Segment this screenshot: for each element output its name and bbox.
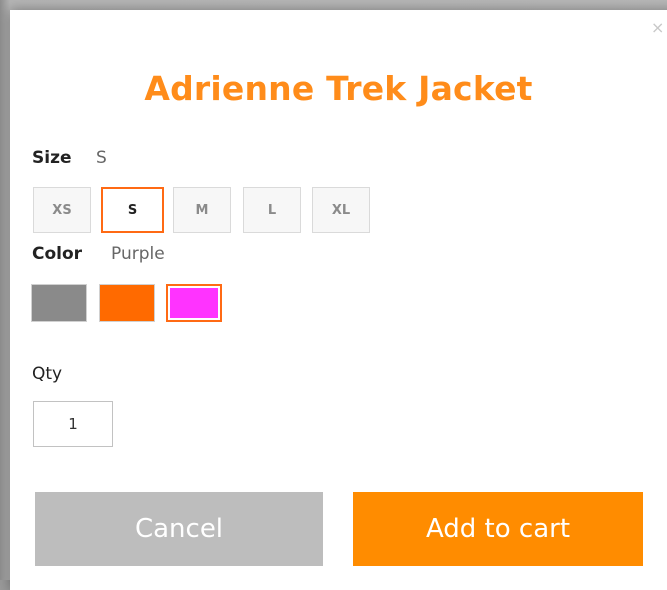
- size-option-xl[interactable]: XL: [312, 187, 370, 233]
- qty-input[interactable]: [33, 401, 113, 447]
- size-option-l[interactable]: L: [243, 187, 301, 233]
- color-swatch-gray[interactable]: [31, 284, 87, 322]
- cancel-button[interactable]: Cancel: [35, 492, 323, 566]
- selected-color-value: Purple: [111, 244, 165, 264]
- add-to-cart-button[interactable]: Add to cart: [353, 492, 643, 566]
- size-option-xs[interactable]: XS: [33, 187, 91, 233]
- product-title: Adrienne Trek Jacket: [144, 69, 533, 108]
- color-label: Color: [32, 244, 83, 264]
- size-label: Size: [32, 148, 72, 168]
- color-swatch-purple[interactable]: [166, 284, 222, 322]
- close-icon[interactable]: ×: [651, 20, 664, 36]
- color-swatch-orange[interactable]: [99, 284, 155, 322]
- selected-size-value: S: [96, 148, 107, 168]
- qty-label: Qty: [32, 364, 63, 384]
- size-option-m[interactable]: M: [173, 187, 231, 233]
- size-option-s[interactable]: S: [101, 187, 164, 233]
